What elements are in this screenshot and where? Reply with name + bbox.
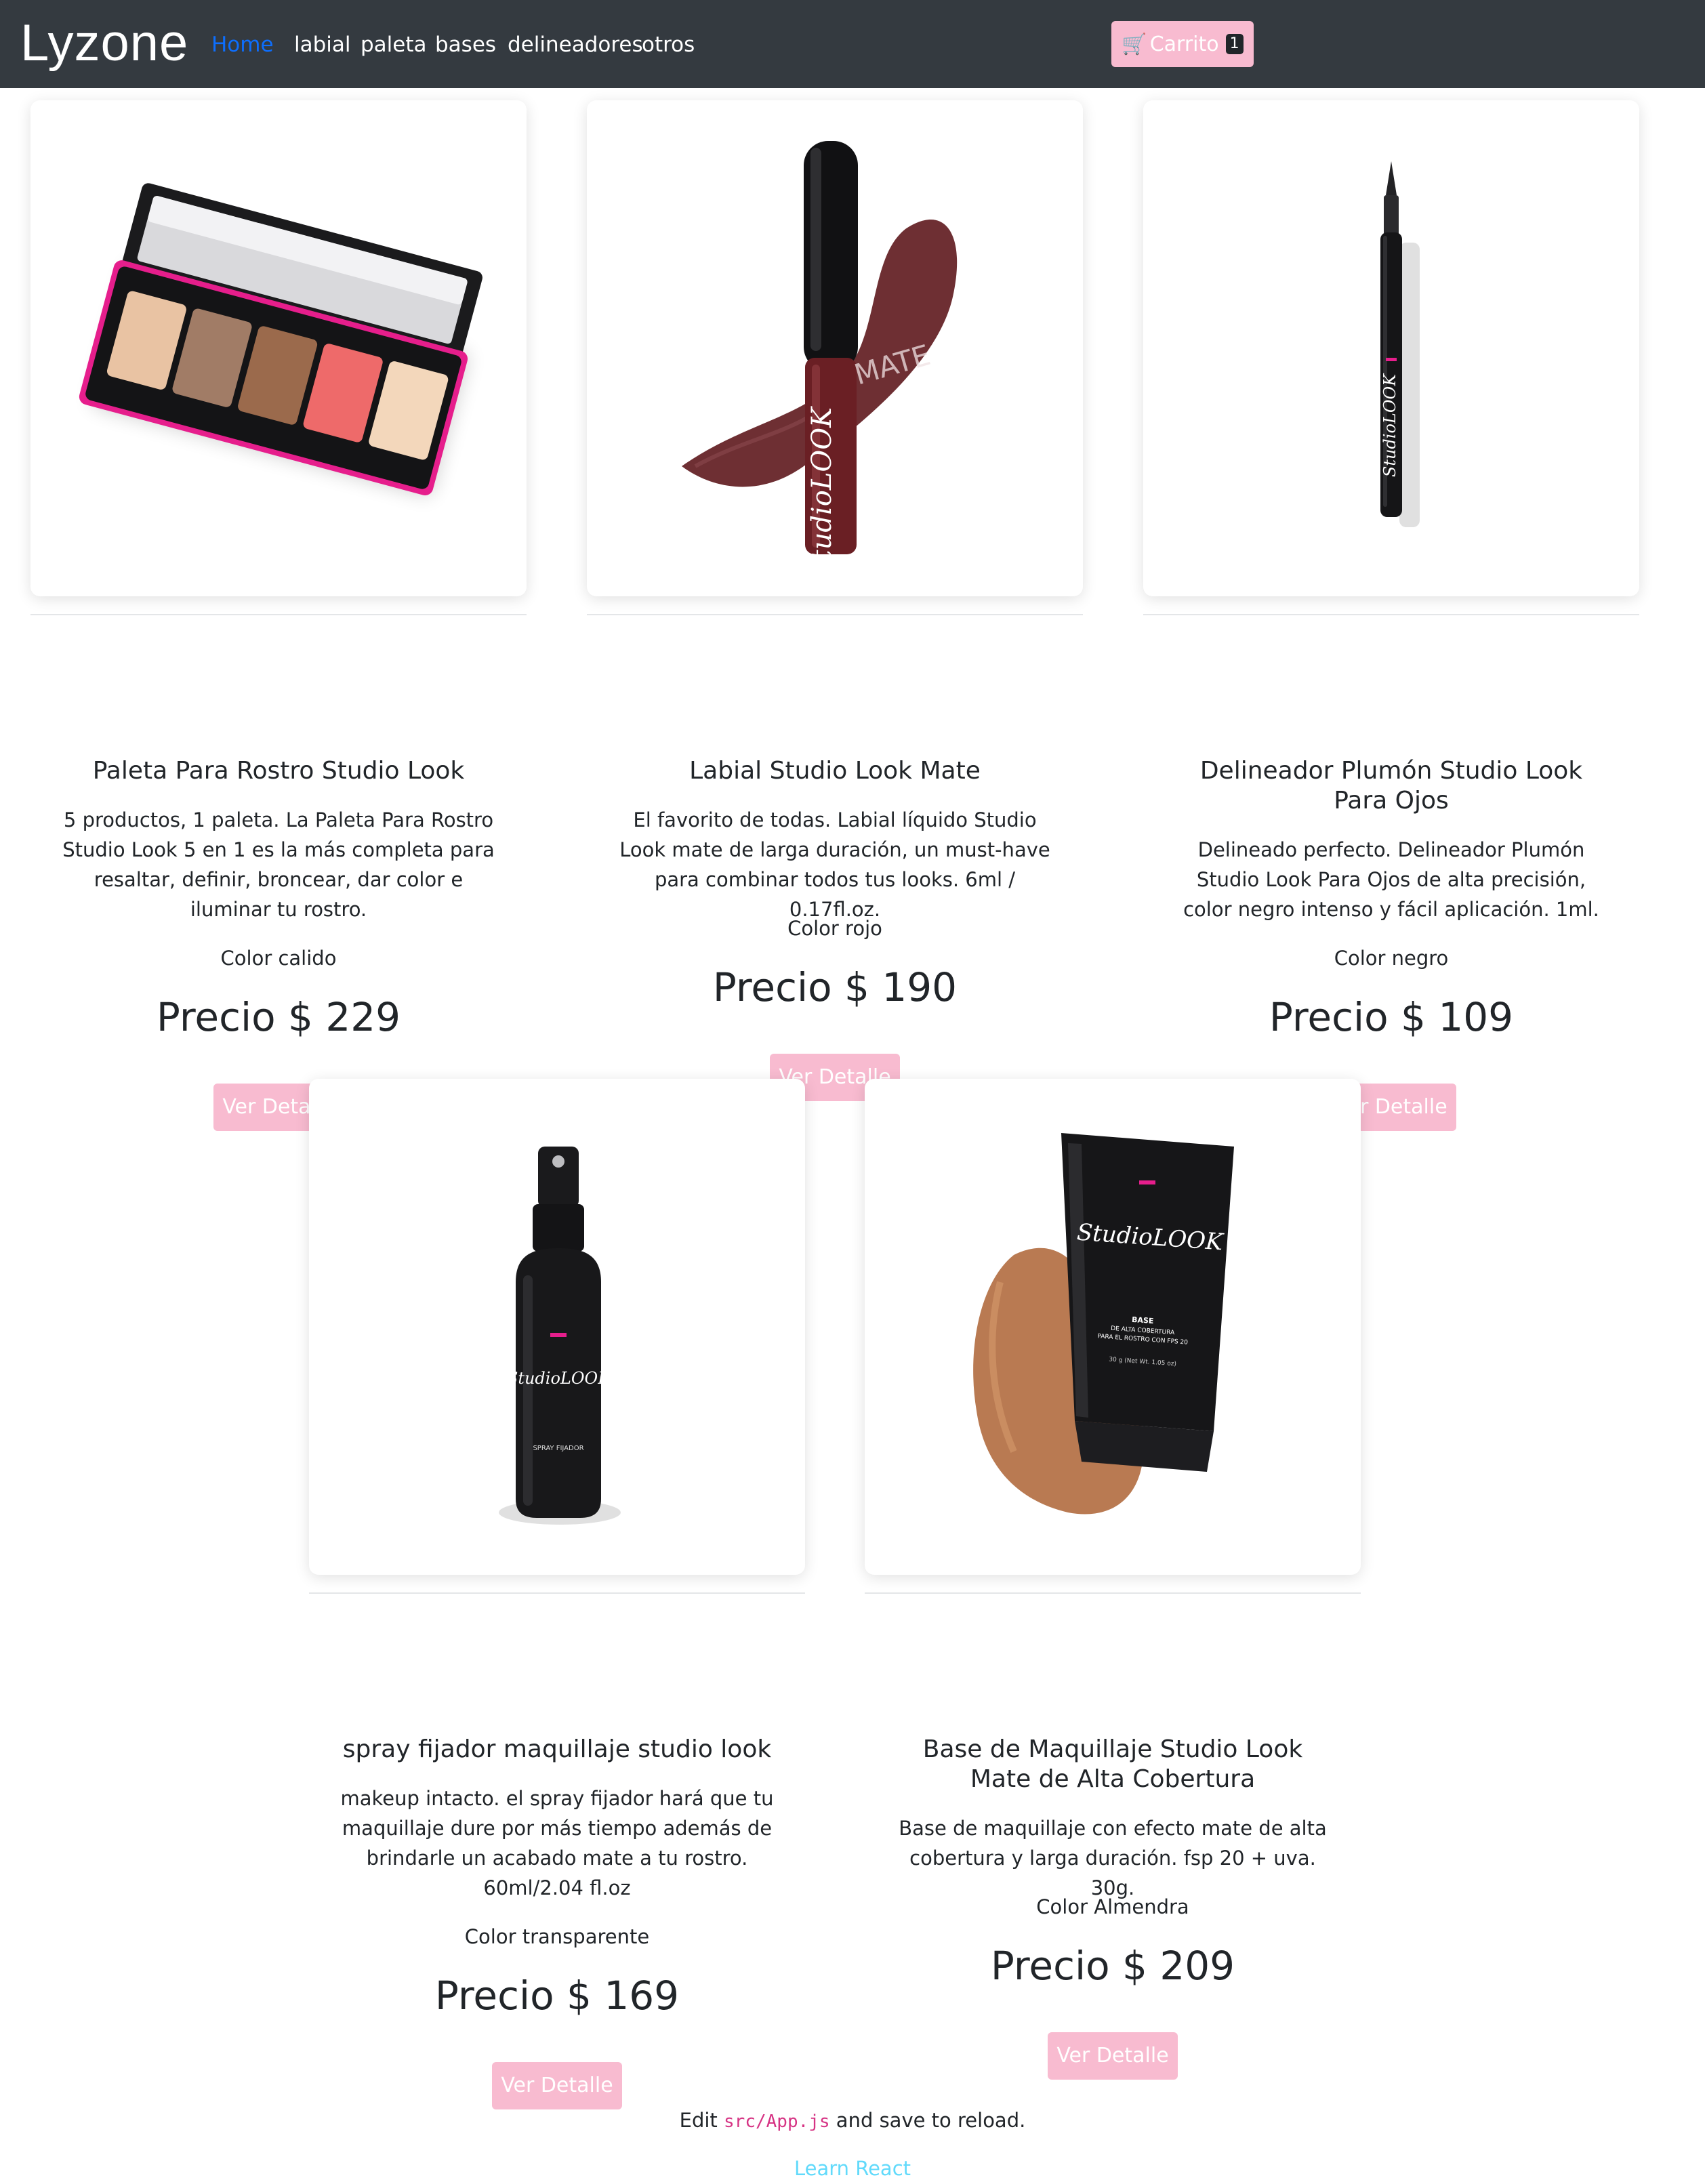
spray-brand-label: StudioLOOK — [507, 1369, 611, 1388]
product-image[interactable]: StudioLOOK — [1143, 100, 1639, 596]
product-image[interactable] — [30, 100, 527, 596]
product-description: Base de maquillaje con efecto mate de al… — [899, 1817, 1327, 1899]
edit-prefix: Edit — [679, 2109, 718, 2132]
product-color: Color negro — [1334, 947, 1449, 970]
product-card: StudioLOOK MATE Labial Studio Look Mate … — [587, 100, 1083, 1101]
cart-label: Carrito — [1149, 32, 1219, 56]
product-title: Labial Studio Look Mate — [689, 757, 981, 785]
nav-link-paleta[interactable]: paleta — [361, 30, 427, 60]
brand-logo[interactable]: Lyzone — [20, 11, 188, 76]
product-image[interactable]: StudioLOOK SPRAY FIJADOR — [309, 1079, 805, 1575]
product-image[interactable]: StudioLOOK BASE DE ALTA COBERTURA PARA E… — [865, 1079, 1361, 1575]
product-color: Color Almendra — [1036, 1895, 1189, 1918]
shopping-cart-icon: 🛒 — [1122, 32, 1147, 56]
product-price: Precio $ 209 — [990, 1943, 1235, 1989]
learn-react-link[interactable]: Learn React — [0, 2154, 1705, 2183]
nav-link-otros[interactable]: otros — [642, 30, 695, 60]
product-price: Precio $ 109 — [1269, 994, 1514, 1040]
nav-link-home[interactable]: Home — [211, 30, 274, 60]
product-title: spray fijador maquillaje studio look — [342, 1735, 772, 1763]
spray-product-label: SPRAY FIJADOR — [533, 1445, 583, 1452]
eyeliner-brand-label: StudioLOOK — [1380, 373, 1399, 477]
app-file-path: src/App.js — [724, 2111, 830, 2132]
setting-spray-image: StudioLOOK SPRAY FIJADOR — [499, 1147, 621, 1525]
product-color: Color transparente — [464, 1925, 650, 1948]
edit-instruction: Edit src/App.js and save to reload. — [0, 2105, 1705, 2137]
navbar: Lyzone Home labial paleta bases delinead… — [0, 0, 1705, 88]
product-title: Base de Maquillaje Studio Look Mate de A… — [922, 1735, 1303, 1793]
face-palette-image — [79, 183, 482, 496]
foundation-tube-image: StudioLOOK BASE DE ALTA COBERTURA PARA E… — [973, 1133, 1234, 1515]
product-image[interactable]: StudioLOOK MATE — [587, 100, 1083, 596]
card-divider — [1143, 614, 1639, 615]
card-divider — [865, 1592, 1361, 1594]
ver-detalle-button[interactable]: Ver Detalle — [1048, 2032, 1178, 2080]
product-color: Color rojo — [787, 917, 882, 940]
cart-count-badge: 1 — [1225, 34, 1244, 54]
ver-detalle-button[interactable]: Ver Detalle — [492, 2062, 622, 2109]
product-description: 5 productos, 1 paleta. La Paleta Para Ro… — [62, 808, 495, 921]
product-price: Precio $ 229 — [156, 994, 401, 1040]
nav-link-bases[interactable]: bases — [435, 30, 496, 60]
product-card: StudioLOOK BASE DE ALTA COBERTURA PARA E… — [865, 1079, 1361, 2080]
product-card: Paleta Para Rostro Studio Look 5 product… — [30, 100, 527, 1131]
foundation-base-label: BASE — [1132, 1315, 1154, 1325]
product-card: StudioLOOK SPRAY FIJADOR spray fijador m… — [309, 1079, 805, 2109]
cart-button[interactable]: 🛒 Carrito 1 — [1111, 21, 1254, 67]
product-color: Color calido — [220, 947, 337, 970]
product-title: Paleta Para Rostro Studio Look — [92, 757, 465, 785]
liquid-lipstick-image: StudioLOOK MATE — [682, 141, 958, 579]
product-description: El favorito de todas. Labial líquido Stu… — [619, 808, 1050, 921]
edit-suffix: and save to reload. — [836, 2109, 1026, 2132]
product-price: Precio $ 190 — [712, 964, 958, 1010]
product-title: Delineador Plumón Studio Look Para Ojos — [1199, 757, 1583, 815]
nav-link-delineadores[interactable]: delineadores — [508, 30, 643, 60]
card-divider — [309, 1592, 805, 1594]
lipstick-brand-label: StudioLOOK — [806, 406, 838, 579]
product-description: makeup intacto. el spray fijador hará qu… — [340, 1787, 774, 1899]
product-card: StudioLOOK Delineador Plumón Studio Look… — [1143, 100, 1639, 1131]
product-price: Precio $ 169 — [434, 1973, 680, 2019]
nav-link-labial[interactable]: labial — [294, 30, 351, 60]
eyeliner-pen-image: StudioLOOK — [1380, 161, 1420, 527]
card-divider — [587, 614, 1083, 615]
product-description: Delineado perfecto. Delineador Plumón St… — [1183, 838, 1599, 921]
card-divider — [30, 614, 527, 615]
